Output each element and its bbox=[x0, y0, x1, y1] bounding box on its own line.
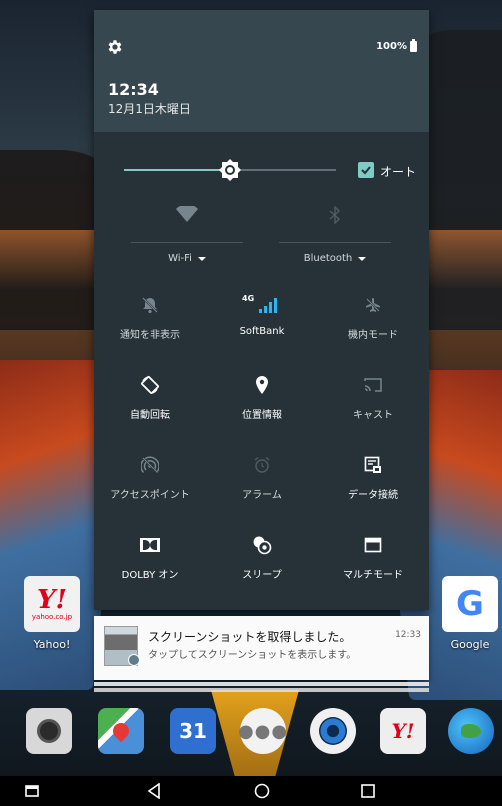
yahoo-mail-logo: Y! bbox=[391, 719, 415, 743]
tile-label: データ接続 bbox=[348, 490, 398, 501]
calendar-day: 31 bbox=[179, 719, 207, 743]
browser-app-icon[interactable] bbox=[448, 708, 494, 754]
battery-icon bbox=[410, 39, 417, 52]
quick-settings-header: 100% 12:34 12月1日木曜日 bbox=[94, 10, 429, 132]
app-drawer-icon[interactable]: ●●● bbox=[238, 708, 287, 754]
notification-time: 12:33 bbox=[395, 630, 421, 640]
back-icon[interactable] bbox=[134, 776, 174, 806]
tile-dolby[interactable]: DOLBY オン bbox=[94, 532, 206, 581]
tile-notifications-off[interactable]: 通知を非表示 bbox=[94, 292, 206, 341]
tile-label: アクセスポイント bbox=[110, 490, 190, 501]
divider bbox=[131, 242, 243, 243]
chevron-down-icon[interactable] bbox=[358, 256, 367, 261]
quick-settings-panel: 100% 12:34 12月1日木曜日 オート Wi-Fi Bluetooth bbox=[94, 10, 429, 610]
tile-label: スリープ bbox=[242, 570, 282, 581]
gear-icon[interactable] bbox=[106, 38, 124, 56]
tile-auto-rotate[interactable]: 自動回転 bbox=[94, 372, 206, 421]
multi-window-icon bbox=[364, 537, 382, 553]
yahoo-logo: Y! bbox=[37, 585, 67, 615]
app-label: Google bbox=[450, 638, 490, 651]
yahoo-app-icon: Y! yahoo.co.jp bbox=[24, 576, 80, 632]
brightness-control: オート bbox=[94, 155, 429, 185]
auto-rotate-icon bbox=[141, 376, 159, 394]
clock-time: 12:34 bbox=[108, 80, 159, 99]
tile-softbank[interactable]: 4G SoftBank bbox=[206, 292, 318, 337]
sleep-icon bbox=[253, 536, 272, 555]
tile-label: Wi-Fi bbox=[168, 253, 192, 264]
notification-title: スクリーンショットを取得しました。 bbox=[148, 630, 352, 644]
google-app-icon: G bbox=[442, 576, 498, 632]
notification-text: タップしてスクリーンショットを表示します。 bbox=[148, 650, 357, 661]
tile-label: キャスト bbox=[353, 410, 393, 421]
maps-app-icon[interactable] bbox=[98, 708, 144, 754]
chevron-down-icon[interactable] bbox=[197, 256, 206, 261]
battery-percent: 100% bbox=[376, 41, 407, 52]
recents-icon[interactable] bbox=[348, 776, 388, 806]
tile-cast[interactable]: キャスト bbox=[317, 372, 429, 421]
eye-app-icon[interactable] bbox=[310, 708, 356, 754]
clock-date[interactable]: 12月1日木曜日 bbox=[108, 100, 191, 117]
notification-stack bbox=[94, 688, 429, 692]
screenshot-badge-icon bbox=[128, 654, 140, 666]
brightness-thumb-icon[interactable] bbox=[219, 159, 241, 181]
multi-window-nav-icon[interactable] bbox=[12, 776, 52, 806]
tile-hotspot[interactable]: アクセスポイント bbox=[94, 452, 206, 501]
calendar-app-icon[interactable]: 31 bbox=[170, 708, 216, 754]
auto-brightness-label: オート bbox=[380, 165, 417, 179]
bluetooth-icon bbox=[329, 206, 341, 224]
tile-sleep[interactable]: スリープ bbox=[206, 532, 318, 581]
google-logo: G bbox=[456, 584, 484, 624]
tile-data-connection[interactable]: データ接続 bbox=[317, 452, 429, 501]
tile-label: DOLBY オン bbox=[121, 570, 179, 581]
navigation-bar bbox=[0, 776, 502, 806]
tile-label: 位置情報 bbox=[242, 410, 282, 421]
screenshot-notification[interactable]: スクリーンショットを取得しました。 12:33 タップしてスクリーンショットを表… bbox=[94, 616, 429, 680]
yahoo-mail-app-icon[interactable]: Y! bbox=[380, 708, 426, 754]
dock: 31 ●●● Y! bbox=[0, 700, 502, 766]
bluetooth-label-row: Bluetooth bbox=[279, 253, 391, 264]
tile-bluetooth[interactable]: Bluetooth bbox=[279, 206, 391, 264]
hotspot-icon bbox=[141, 456, 159, 474]
airplane-icon bbox=[366, 298, 380, 312]
dolby-icon bbox=[140, 538, 160, 552]
check-icon bbox=[361, 166, 371, 175]
app-google[interactable]: G Google bbox=[440, 576, 500, 651]
data-connection-icon bbox=[364, 456, 381, 473]
yahoo-logo-sub: yahoo.co.jp bbox=[31, 613, 73, 621]
tile-airplane-mode[interactable]: 機内モード bbox=[317, 292, 429, 341]
alarm-icon bbox=[254, 456, 270, 473]
tile-label: マルチモード bbox=[343, 570, 403, 581]
tile-label: Bluetooth bbox=[303, 253, 353, 264]
network-type-badge: 4G bbox=[242, 294, 255, 303]
auto-brightness-checkbox[interactable] bbox=[358, 162, 374, 178]
tile-label: SoftBank bbox=[239, 326, 285, 337]
wifi-icon bbox=[176, 206, 198, 222]
camera-app-icon[interactable] bbox=[26, 708, 72, 754]
tile-wifi[interactable]: Wi-Fi bbox=[131, 206, 243, 264]
divider bbox=[279, 242, 391, 243]
app-yahoo[interactable]: Y! yahoo.co.jp Yahoo! bbox=[22, 576, 82, 651]
tile-label: アラーム bbox=[242, 490, 282, 501]
cast-icon bbox=[364, 378, 382, 392]
app-label: Yahoo! bbox=[33, 638, 71, 651]
cellular-signal-icon bbox=[259, 298, 277, 313]
home-icon[interactable] bbox=[242, 776, 282, 806]
location-icon bbox=[256, 376, 268, 394]
tile-alarm[interactable]: アラーム bbox=[206, 452, 318, 501]
tile-label: 自動回転 bbox=[130, 410, 170, 421]
tile-label: 機内モード bbox=[348, 330, 398, 341]
tile-multi-mode[interactable]: マルチモード bbox=[317, 532, 429, 581]
brightness-fill bbox=[124, 169, 230, 171]
tile-label: 通知を非表示 bbox=[120, 330, 180, 341]
notification-stack bbox=[94, 682, 429, 686]
notifications-off-icon bbox=[142, 297, 158, 314]
tile-location[interactable]: 位置情報 bbox=[206, 372, 318, 421]
battery-status: 100% bbox=[376, 39, 417, 52]
wifi-label-row: Wi-Fi bbox=[131, 253, 243, 264]
